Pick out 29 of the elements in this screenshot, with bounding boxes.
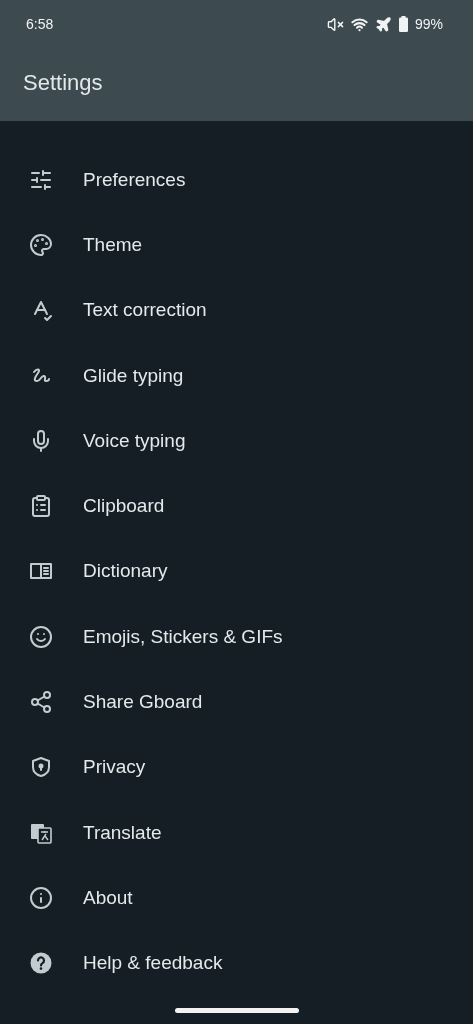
settings-item[interactable]: Emojis, Stickers & GIFs — [0, 604, 473, 670]
settings-item[interactable]: Translate — [0, 799, 473, 866]
mute-icon — [326, 15, 344, 33]
app-title: Settings — [23, 70, 104, 96]
settings-item[interactable]: Theme — [0, 212, 473, 278]
settings-item[interactable]: Text correction — [0, 277, 473, 343]
info-icon — [29, 885, 53, 910]
settings-item[interactable]: Preferences — [0, 147, 473, 213]
settings-item[interactable]: Help & feedback — [0, 930, 473, 996]
clipboard-icon — [29, 494, 53, 519]
settings-item[interactable]: Privacy — [0, 734, 473, 800]
battery-icon — [398, 16, 408, 32]
smiley-icon — [29, 624, 53, 649]
airplane-icon — [374, 15, 392, 33]
help-icon — [29, 951, 53, 976]
settings-item[interactable]: About — [0, 865, 473, 931]
palette-icon — [29, 232, 53, 257]
settings-item[interactable]: Glide typing — [0, 342, 473, 409]
settings-item[interactable]: Clipboard — [0, 473, 473, 539]
home-indicator[interactable] — [175, 1008, 299, 1013]
settings-item[interactable]: Share Gboard — [0, 669, 473, 735]
share-icon — [29, 690, 53, 714]
settings-item[interactable]: Voice typing — [0, 408, 473, 474]
battery-percent: 99% — [414, 16, 443, 32]
settings-item[interactable]: Dictionary — [0, 538, 473, 605]
wifi-icon — [350, 15, 368, 33]
sliders-icon — [29, 167, 53, 192]
status-time: 6:58 — [26, 16, 55, 32]
shield-icon — [29, 755, 53, 780]
